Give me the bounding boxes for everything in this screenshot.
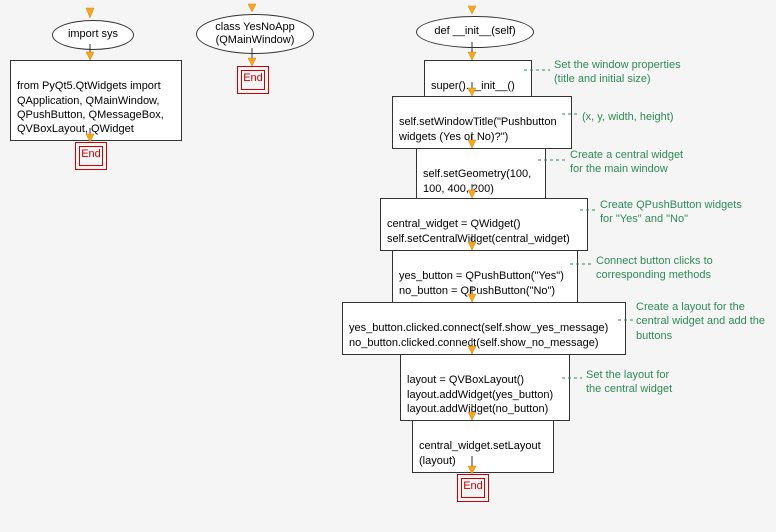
comment-layout: Create a layout for the central widget a… [636,300,765,343]
col2-end-label: End [238,72,268,84]
node-setlayout: central_widget.setLayout (layout) [412,420,554,473]
node-buttons-text: yes_button = QPushButton("Yes") no_butto… [399,270,564,296]
comment-window-props: Set the window properties (title and ini… [554,58,681,87]
node-connect-text: yes_button.clicked.connect(self.show_yes… [349,322,608,348]
node-connect: yes_button.clicked.connect(self.show_yes… [342,302,626,355]
comment-central: Create a central widget for the main win… [570,148,683,177]
col1-end: End [75,142,107,170]
comment-pushbuttons: Create QPushButton widgets for "Yes" and… [600,198,742,227]
node-setlayout-text: central_widget.setLayout (layout) [419,440,541,466]
col1-end-label: End [76,148,106,160]
comment-setlayout: Set the layout for the central widget [586,368,672,397]
node-centralwidget: central_widget = QWidget() self.setCentr… [380,198,588,251]
node-buttons: yes_button = QPushButton("Yes") no_butto… [392,250,578,303]
comment-geometry: (x, y, width, height) [582,110,674,124]
node-setgeometry-text: self.setGeometry(100, 100, 400, 200) [423,168,531,194]
col3-end-label: End [458,480,488,492]
col2-end: End [237,66,269,94]
comment-connect: Connect button clicks to corresponding m… [596,254,713,283]
col3-start-ellipse: def __init__(self) [416,16,534,48]
node-superinit: super().__init__() [424,60,532,99]
col1-start-label: import sys [68,28,118,41]
node-superinit-text: super().__init__() [431,80,515,92]
node-layout-text: layout = QVBoxLayout() layout.addWidget(… [407,374,553,415]
col2-start-ellipse: class YesNoApp (QMainWindow) [196,14,314,54]
node-setwindowtitle-text: self.setWindowTitle("Pushbutton widgets … [399,116,557,142]
node-layout: layout = QVBoxLayout() layout.addWidget(… [400,354,570,421]
col3-end: End [457,474,489,502]
col2-start-label: class YesNoApp (QMainWindow) [199,21,311,47]
node-centralwidget-text: central_widget = QWidget() self.setCentr… [387,218,570,244]
col3-start-label: def __init__(self) [434,25,515,38]
col1-imports-box: from PyQt5.QtWidgets import QApplication… [10,60,182,141]
node-setwindowtitle: self.setWindowTitle("Pushbutton widgets … [392,96,572,149]
node-setgeometry: self.setGeometry(100, 100, 400, 200) [416,148,546,201]
col1-start-ellipse: import sys [52,20,134,50]
col1-imports-text: from PyQt5.QtWidgets import QApplication… [17,80,164,135]
